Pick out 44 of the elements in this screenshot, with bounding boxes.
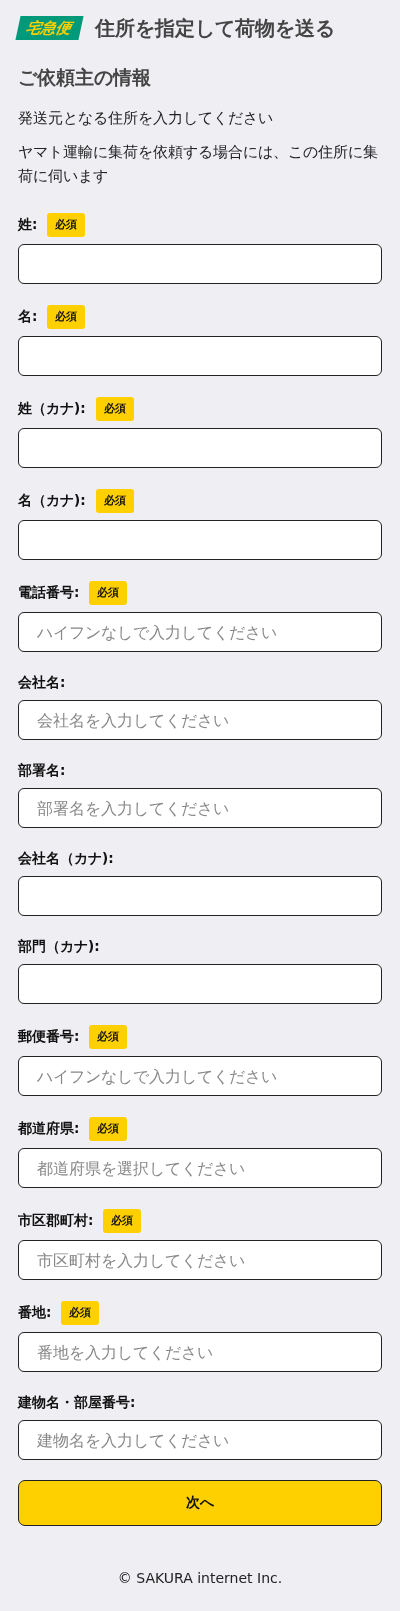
section-title: ご依頼主の情報 [18, 66, 152, 90]
input-field[interactable]: 建物名を入力してください [18, 1420, 382, 1460]
input-field[interactable]: 市区町村を入力してください [18, 1240, 382, 1280]
required-badge: 必須 [89, 1025, 128, 1049]
logo: 宅急便 [15, 16, 84, 40]
required-badge: 必須 [89, 581, 128, 605]
required-badge: 必須 [95, 489, 134, 513]
input-field[interactable]: ハイフンなしで入力してください [18, 612, 382, 652]
field-label: 名: [18, 308, 38, 326]
required-badge: 必須 [103, 1209, 142, 1233]
field-label: 電話番号: [18, 584, 80, 602]
required-badge: 必須 [95, 397, 134, 421]
input-field[interactable]: 会社名を入力してください [18, 700, 382, 740]
copyright-text: © SAKURA internet Inc. [116, 1570, 284, 1586]
field-label: 都道府県: [18, 1120, 80, 1138]
required-badge: 必須 [47, 213, 86, 237]
field-label: 会社名: [18, 674, 66, 692]
instruction-text: ヤマト運輸に集荷を依頼する場合には、この住所に集荷に伺います [18, 142, 379, 187]
field-label: 市区郡町村: [18, 1212, 94, 1230]
input-field[interactable] [18, 336, 382, 376]
next-button[interactable]: 次へ [18, 1480, 382, 1526]
page-title: 住所を指定して荷物を送る [95, 15, 335, 42]
input-field[interactable] [18, 520, 382, 560]
required-badge: 必須 [89, 1117, 128, 1141]
input-field[interactable] [18, 428, 382, 468]
field-label: 建物名・部屋番号: [18, 1394, 136, 1412]
field-label: 部門（カナ): [18, 938, 100, 956]
field-label: 会社名（カナ): [18, 850, 114, 868]
instruction-text: 発送元となる住所を入力してください [18, 108, 274, 129]
required-badge: 必須 [61, 1301, 100, 1325]
field-label: 番地: [18, 1304, 52, 1322]
input-field[interactable]: ハイフンなしで入力してください [18, 1056, 382, 1096]
input-field[interactable] [18, 964, 382, 1004]
field-label: 郵便番号: [18, 1028, 80, 1046]
field-label: 部署名: [18, 762, 66, 780]
required-badge: 必須 [47, 305, 86, 329]
input-field[interactable] [18, 244, 382, 284]
field-label: 姓: [18, 216, 38, 234]
field-label: 姓（カナ): [18, 400, 86, 418]
input-field[interactable]: 部署名を入力してください [18, 788, 382, 828]
input-field[interactable]: 番地を入力してください [18, 1332, 382, 1372]
field-label: 名（カナ): [18, 492, 86, 510]
input-field[interactable]: 都道府県を選択してください [18, 1148, 382, 1188]
input-field[interactable] [18, 876, 382, 916]
